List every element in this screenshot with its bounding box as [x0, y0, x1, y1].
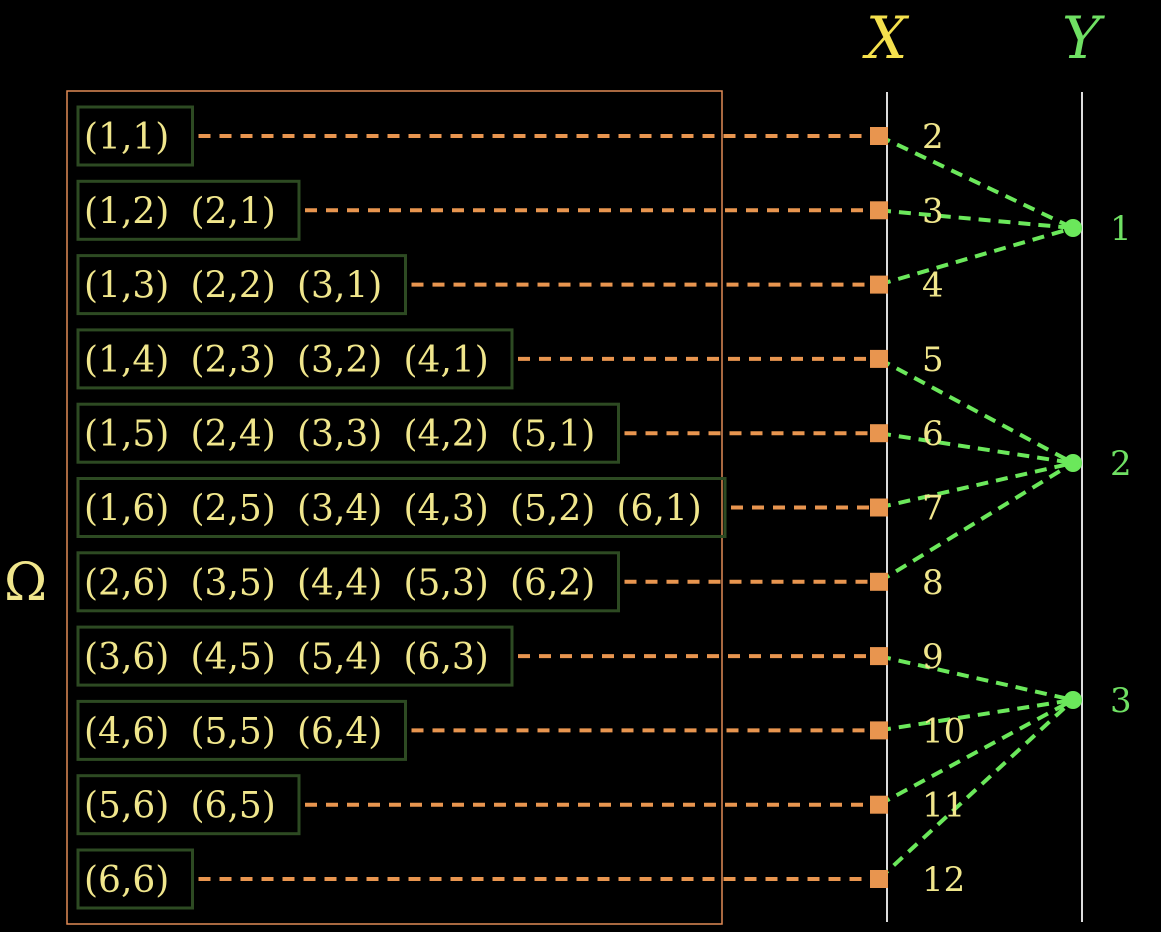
outcome-pair: (1,3) — [84, 266, 169, 307]
x-to-y-connector — [877, 461, 1075, 584]
outcome-pair: (2,3) — [191, 340, 276, 381]
outcome-pair: (4,5) — [191, 637, 276, 678]
outcome-row: (1,6) (2,5) (3,4) (4,3) (5,2) (6,1) 7 — [76, 477, 944, 538]
outcome-row: (2,6) (3,5) (4,4) (5,3) (6,2) 8 — [76, 551, 944, 613]
y-value-dot — [1064, 691, 1082, 709]
x-value-marker — [870, 721, 888, 740]
x-value-marker — [870, 795, 888, 814]
x-value-marker — [870, 572, 888, 591]
outcome-pair: (3,5) — [191, 563, 276, 604]
x-value-marker — [870, 647, 888, 666]
outcome-pair: (6,3) — [404, 637, 489, 678]
outcome-pair: (6,4) — [297, 711, 382, 752]
outcome-pair: (3,2) — [297, 340, 382, 381]
outcome-pair: (5,1) — [510, 414, 595, 455]
outcome-pair: (3,3) — [297, 414, 382, 455]
x-value-marker — [870, 275, 888, 294]
random-variable-mapping-diagram: Ω X Y (1,1) 2(1,2) (2,1) 3(1,3) (2,2) (3,1) 4(… — [4, 4, 1132, 925]
outcome-row: (1,3) (2,2) (3,1) 4 — [76, 254, 944, 316]
x-value-marker — [870, 349, 888, 368]
outcome-pair: (5,6) — [84, 786, 169, 827]
x-to-y-connector — [878, 357, 1074, 465]
x-value-marker — [870, 498, 888, 517]
outcome-row: (5,6) (6,5) 11 — [76, 774, 965, 836]
outcome-pair: (2,1) — [191, 191, 276, 232]
x-to-y-connectors — [877, 134, 1075, 881]
x-value-label: 12 — [922, 860, 965, 900]
outcome-pair: (2,4) — [191, 414, 276, 455]
x-to-y-connector — [878, 654, 1074, 702]
outcome-pair: (2,5) — [191, 489, 276, 530]
outcome-pair: (3,1) — [297, 266, 382, 307]
y-value-label: 2 — [1110, 444, 1132, 484]
x-value-label: 5 — [922, 340, 944, 380]
outcome-pair: (4,4) — [297, 563, 382, 604]
x-axis-label: X — [862, 4, 910, 72]
outcome-pair: (1,6) — [84, 489, 169, 530]
outcome-row: (1,2) (2,1) 3 — [76, 179, 944, 241]
x-value-label: 4 — [922, 266, 944, 306]
outcome-pair: (6,1) — [617, 489, 702, 530]
outcome-pair: (5,2) — [510, 489, 595, 530]
x-value-marker — [870, 201, 888, 220]
outcome-pair: (1,2) — [84, 191, 169, 232]
outcome-row: (1,4) (2,3) (3,2) (4,1) 5 — [76, 328, 944, 390]
y-value-dot — [1064, 454, 1082, 472]
omega-label: Ω — [4, 553, 47, 613]
outcome-pair: (1,5) — [84, 414, 169, 455]
y-value-label: 1 — [1110, 209, 1132, 249]
x-value-label: 3 — [922, 191, 944, 231]
outcome-pair: (5,5) — [191, 711, 276, 752]
y-axis-label: Y — [1062, 4, 1105, 72]
outcome-pair: (4,1) — [404, 340, 489, 381]
x-to-y-connector — [878, 461, 1074, 510]
x-value-marker — [870, 424, 888, 443]
x-to-y-connector — [878, 226, 1074, 287]
outcome-row: (4,6) (5,5) (6,4) 10 — [76, 699, 965, 761]
x-value-label: 10 — [922, 711, 965, 751]
outcome-pair: (4,6) — [84, 711, 169, 752]
outcome-pair: (5,4) — [297, 637, 382, 678]
outcome-row: (1,5) (2,4) (3,3) (4,2) (5,1) 6 — [76, 402, 944, 464]
y-value-label: 3 — [1110, 681, 1132, 721]
x-value-label: 8 — [922, 563, 944, 603]
x-to-y-connector — [878, 698, 1074, 807]
y-values: 1 2 3 — [1064, 209, 1132, 721]
outcome-pair: (2,2) — [191, 266, 276, 307]
outcome-pair: (4,2) — [404, 414, 489, 455]
outcome-pair: (1,4) — [84, 340, 169, 381]
x-value-label: 9 — [922, 637, 944, 677]
x-value-marker — [870, 870, 888, 888]
y-value-dot — [1064, 219, 1082, 237]
outcome-rows: (1,1) 2 (1,2) (2,1) 3 (1,3) (2,2) (3,1) 4 (1,4) (2… — [76, 105, 965, 910]
x-value-label: 11 — [922, 786, 965, 826]
outcome-pair: (2,6) — [84, 563, 169, 604]
outcome-row: (3,6) (4,5) (5,4) (6,3) 9 — [76, 625, 944, 687]
x-value-label: 7 — [922, 489, 944, 529]
outcome-pair: (6,5) — [191, 786, 276, 827]
outcome-pair: (3,4) — [297, 489, 382, 530]
x-value-label: 2 — [922, 117, 944, 157]
outcome-pair: (6,2) — [510, 563, 595, 604]
outcome-pair: (4,3) — [404, 489, 489, 530]
outcome-pair: (5,3) — [404, 563, 489, 604]
x-value-label: 6 — [922, 414, 944, 454]
outcome-pair: (6,6) — [84, 860, 169, 901]
outcome-pair: (1,1) — [84, 117, 169, 158]
x-value-marker — [870, 127, 888, 145]
outcome-row: (6,6) 12 — [76, 848, 965, 910]
outcome-pair: (3,6) — [84, 637, 169, 678]
outcome-row: (1,1) 2 — [76, 105, 944, 167]
